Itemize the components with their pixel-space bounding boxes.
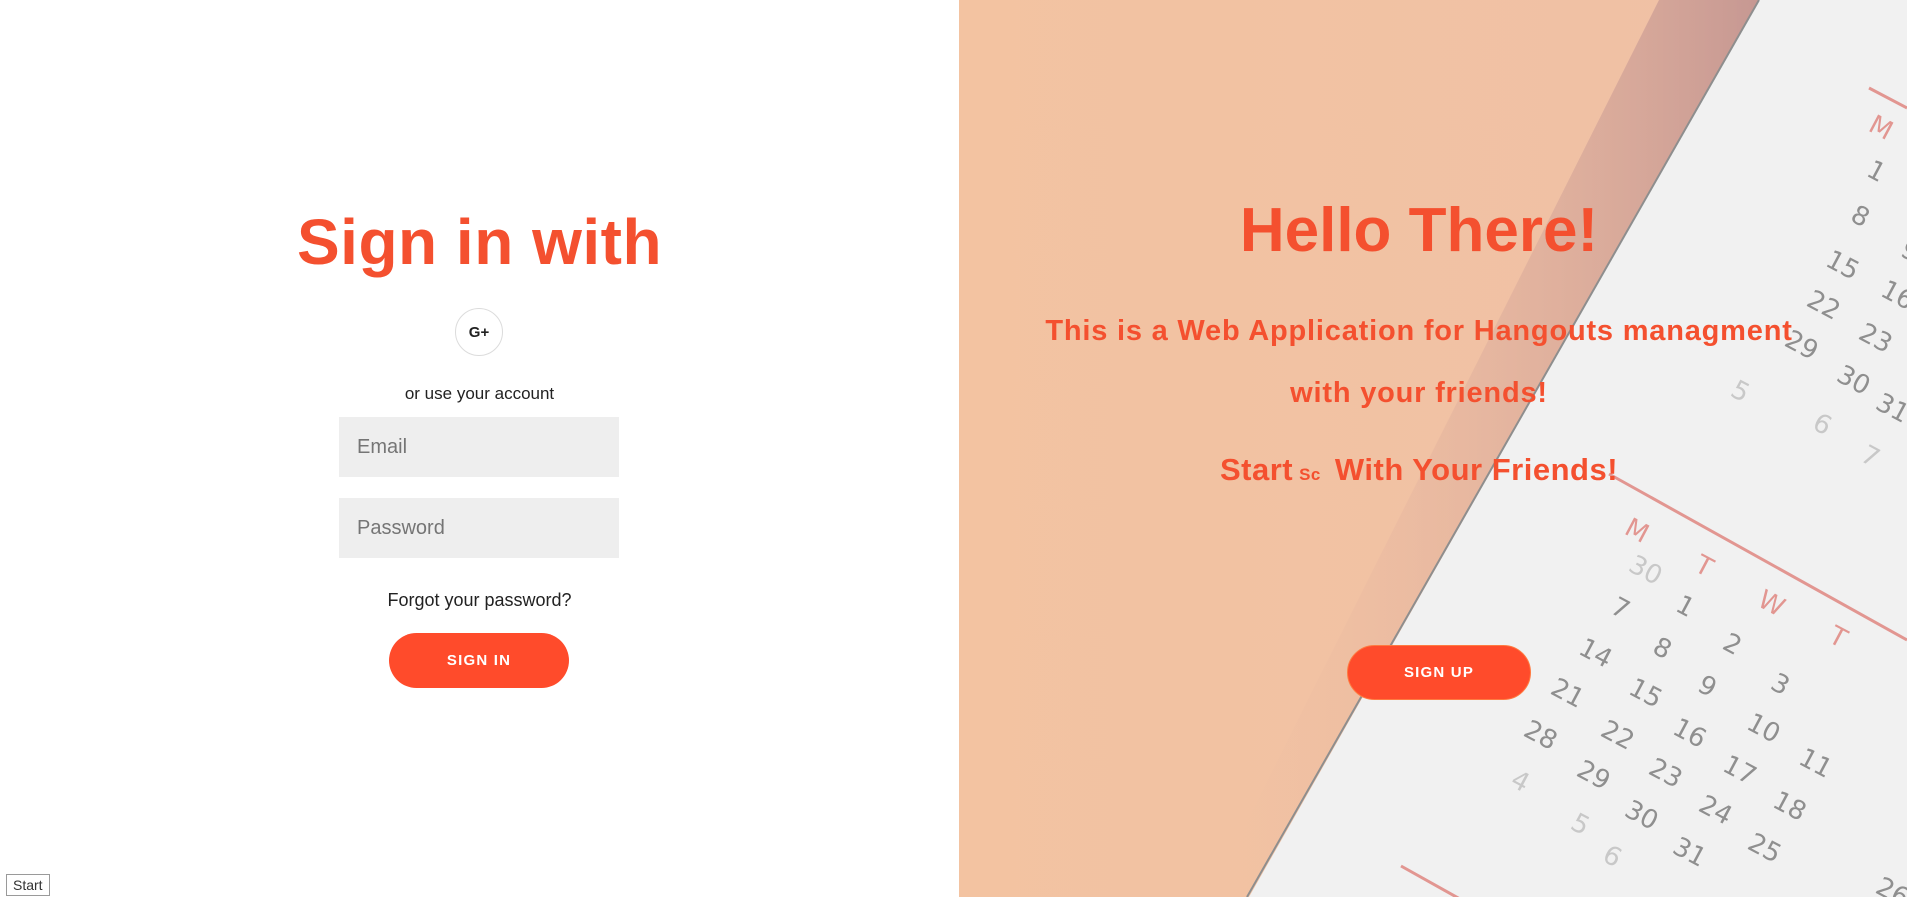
google-plus-icon: G+ — [468, 323, 490, 341]
tagline-end: With Your Friends! — [1334, 452, 1619, 487]
tagline-small: Sc — [1299, 465, 1321, 484]
forgot-password-link[interactable]: Forgot your password? — [0, 590, 959, 611]
alt-login-text: or use your account — [404, 384, 555, 403]
welcome-description: This is a Web Application for Hangouts m… — [1045, 315, 1793, 409]
password-field[interactable] — [339, 498, 619, 558]
signin-title: Sign in with — [296, 206, 663, 278]
sign-in-button[interactable]: SIGN IN — [389, 633, 569, 688]
welcome-panel: M 1 8 15 22 29 5 9 16 23 30 6 31 7 M T W T 30 7 14 21 28 4 1 8 15 2… — [959, 0, 1907, 897]
taskbar-start[interactable]: Start — [6, 874, 50, 896]
welcome-tagline: Start Sc With Your Friends! — [959, 452, 1879, 488]
welcome-title: Hello There! — [1239, 196, 1599, 265]
tagline-start: Start — [1219, 452, 1294, 487]
signin-panel: Sign in with G+ or use your account Forg… — [0, 0, 959, 897]
sign-up-button[interactable]: SIGN UP — [1347, 645, 1531, 700]
email-field[interactable] — [339, 417, 619, 477]
google-plus-button[interactable]: G+ — [455, 308, 503, 356]
calendar-background: M18152229591623306 317MTWT307142128418152… — [959, 0, 1907, 897]
